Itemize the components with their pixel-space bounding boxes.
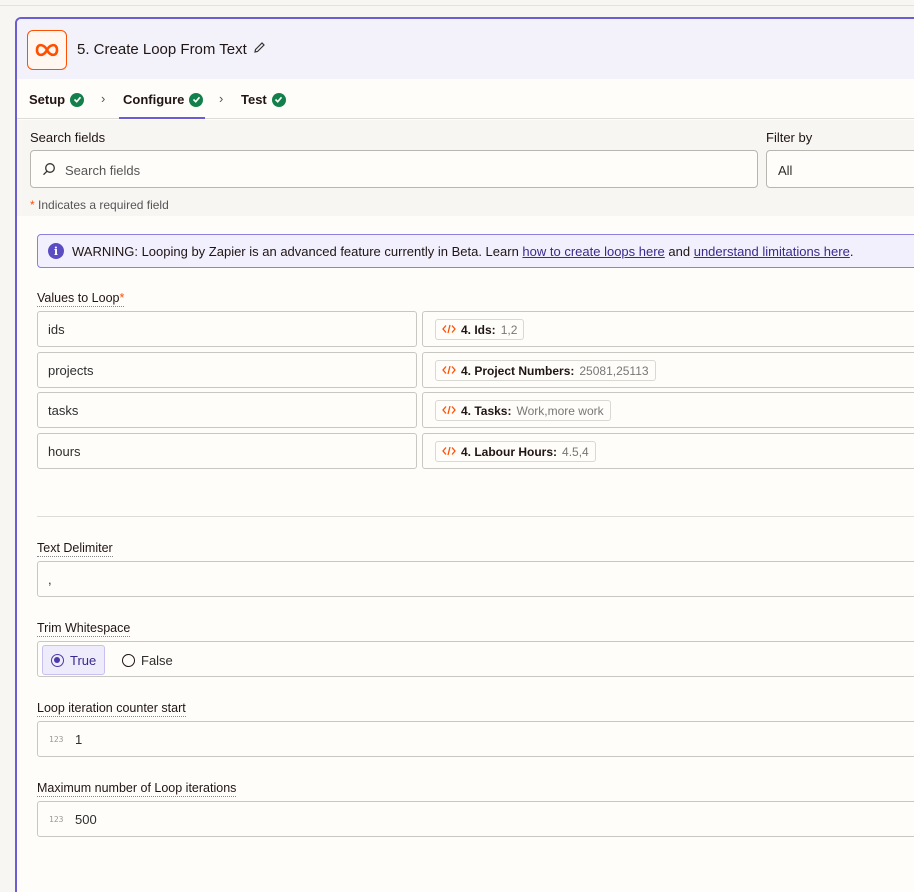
code-icon: [442, 404, 456, 418]
tab-test[interactable]: Test: [241, 92, 286, 107]
active-tab-indicator: [119, 117, 205, 119]
tab-configure[interactable]: Configure: [123, 92, 204, 107]
section-divider: [37, 516, 914, 517]
filter-by-label: Filter by: [766, 130, 813, 145]
step-editor-panel: 5. Create Loop From Text Setup › Configu…: [15, 17, 914, 892]
check-circle-icon: [271, 92, 286, 107]
pill-key: 4. Project Numbers:: [461, 363, 575, 378]
counter-start-value: 1: [75, 732, 83, 747]
understand-limitations-link[interactable]: understand limitations here: [694, 244, 850, 259]
mapped-field-pill[interactable]: 4. Ids: 1,2: [435, 319, 525, 340]
max-iterations-label: Maximum number of Loop iterations: [37, 781, 237, 797]
loop-key-text: tasks: [48, 403, 79, 418]
loop-key-input-projects[interactable]: projects: [37, 352, 417, 388]
tab-configure-label: Configure: [123, 92, 185, 107]
radio-true-label: True: [70, 652, 97, 668]
step-header: 5. Create Loop From Text: [17, 19, 914, 79]
search-fields-label: Search fields: [30, 130, 106, 145]
search-icon: [42, 162, 56, 179]
radio-unselected-icon: [122, 653, 135, 667]
trim-whitespace-label: Trim Whitespace: [37, 621, 131, 637]
filter-value: All: [778, 163, 793, 178]
pill-value: 4.5,4: [562, 444, 589, 459]
chevron-right-icon: ›: [219, 91, 224, 106]
step-title-text: 5. Create Loop From Text: [77, 41, 247, 58]
looping-app-icon: [27, 30, 67, 70]
loop-value-input-projects[interactable]: 4. Project Numbers: 25081,25113: [422, 352, 914, 388]
max-iterations-value: 500: [75, 812, 97, 827]
step-title[interactable]: 5. Create Loop From Text: [77, 41, 266, 58]
beta-warning-banner: i WARNING: Looping by Zapier is an advan…: [37, 234, 914, 268]
counter-start-label: Loop iteration counter start: [37, 701, 186, 717]
values-to-loop-label: Values to Loop*: [37, 291, 125, 307]
top-divider: [0, 5, 914, 6]
loop-key-text: hours: [48, 444, 81, 459]
loop-value-input-tasks[interactable]: 4. Tasks: Work,more work: [422, 392, 914, 428]
loop-value-input-hours[interactable]: 4. Labour Hours: 4.5,4: [422, 433, 914, 469]
tab-test-label: Test: [241, 92, 267, 107]
field-search-area: Search fields Filter by Search fields Al…: [17, 120, 914, 216]
mapped-field-pill[interactable]: 4. Tasks: Work,more work: [435, 400, 611, 421]
radio-false[interactable]: False: [114, 645, 181, 675]
pencil-icon[interactable]: [253, 41, 266, 58]
code-icon: [442, 364, 456, 378]
warning-end-text: .: [849, 243, 854, 259]
required-note-text: Indicates a required field: [38, 198, 169, 212]
required-star: *: [119, 291, 125, 305]
search-input[interactable]: Search fields: [30, 150, 758, 188]
radio-true[interactable]: True: [42, 645, 106, 675]
warning-mid-text: and: [664, 243, 694, 259]
loop-key-input-hours[interactable]: hours: [37, 433, 417, 469]
radio-false-label: False: [141, 652, 173, 668]
code-icon: [442, 323, 456, 337]
filter-select[interactable]: All: [766, 150, 914, 188]
step-tabs: Setup › Configure › Test: [17, 79, 914, 119]
tab-setup-label: Setup: [29, 92, 66, 107]
mapped-field-pill[interactable]: 4. Project Numbers: 25081,25113: [435, 360, 656, 381]
how-to-create-loops-link[interactable]: how to create loops here: [522, 244, 664, 259]
check-circle-icon: [70, 92, 85, 107]
radio-selected-icon: [51, 653, 64, 667]
check-circle-icon: [189, 92, 204, 107]
number-icon: 123: [49, 815, 64, 824]
pill-key: 4. Ids:: [461, 322, 496, 337]
code-icon: [442, 445, 456, 459]
loop-key-text: projects: [48, 363, 94, 378]
required-field-note: * Indicates a required field: [30, 198, 169, 212]
text-delimiter-label: Text Delimiter: [37, 541, 113, 557]
text-delimiter-input[interactable]: ,: [37, 561, 914, 597]
loop-key-input-tasks[interactable]: tasks: [37, 392, 417, 428]
counter-start-input[interactable]: 123 1: [37, 721, 914, 757]
number-icon: 123: [49, 735, 64, 744]
pill-key: 4. Tasks:: [461, 403, 512, 418]
pill-key: 4. Labour Hours:: [461, 444, 558, 459]
required-star: *: [30, 198, 35, 212]
info-icon: i: [48, 243, 64, 259]
max-iterations-input[interactable]: 123 500: [37, 801, 914, 837]
tab-setup[interactable]: Setup: [29, 92, 85, 107]
search-placeholder: Search fields: [65, 163, 141, 178]
values-to-loop-text: Values to Loop: [37, 291, 120, 305]
pill-value: 25081,25113: [579, 363, 649, 378]
warning-text: WARNING: Looping by Zapier is an advance…: [72, 243, 523, 259]
pill-value: Work,more work: [516, 403, 604, 418]
loop-key-text: ids: [48, 322, 65, 337]
trim-whitespace-radio-group: True False: [37, 641, 914, 677]
chevron-right-icon: ›: [101, 91, 106, 106]
pill-value: 1,2: [500, 322, 518, 337]
mapped-field-pill[interactable]: 4. Labour Hours: 4.5,4: [435, 441, 596, 462]
text-delimiter-value: ,: [48, 572, 52, 587]
loop-key-input-ids[interactable]: ids: [37, 311, 417, 347]
loop-value-input-ids[interactable]: 4. Ids: 1,2: [422, 311, 914, 347]
